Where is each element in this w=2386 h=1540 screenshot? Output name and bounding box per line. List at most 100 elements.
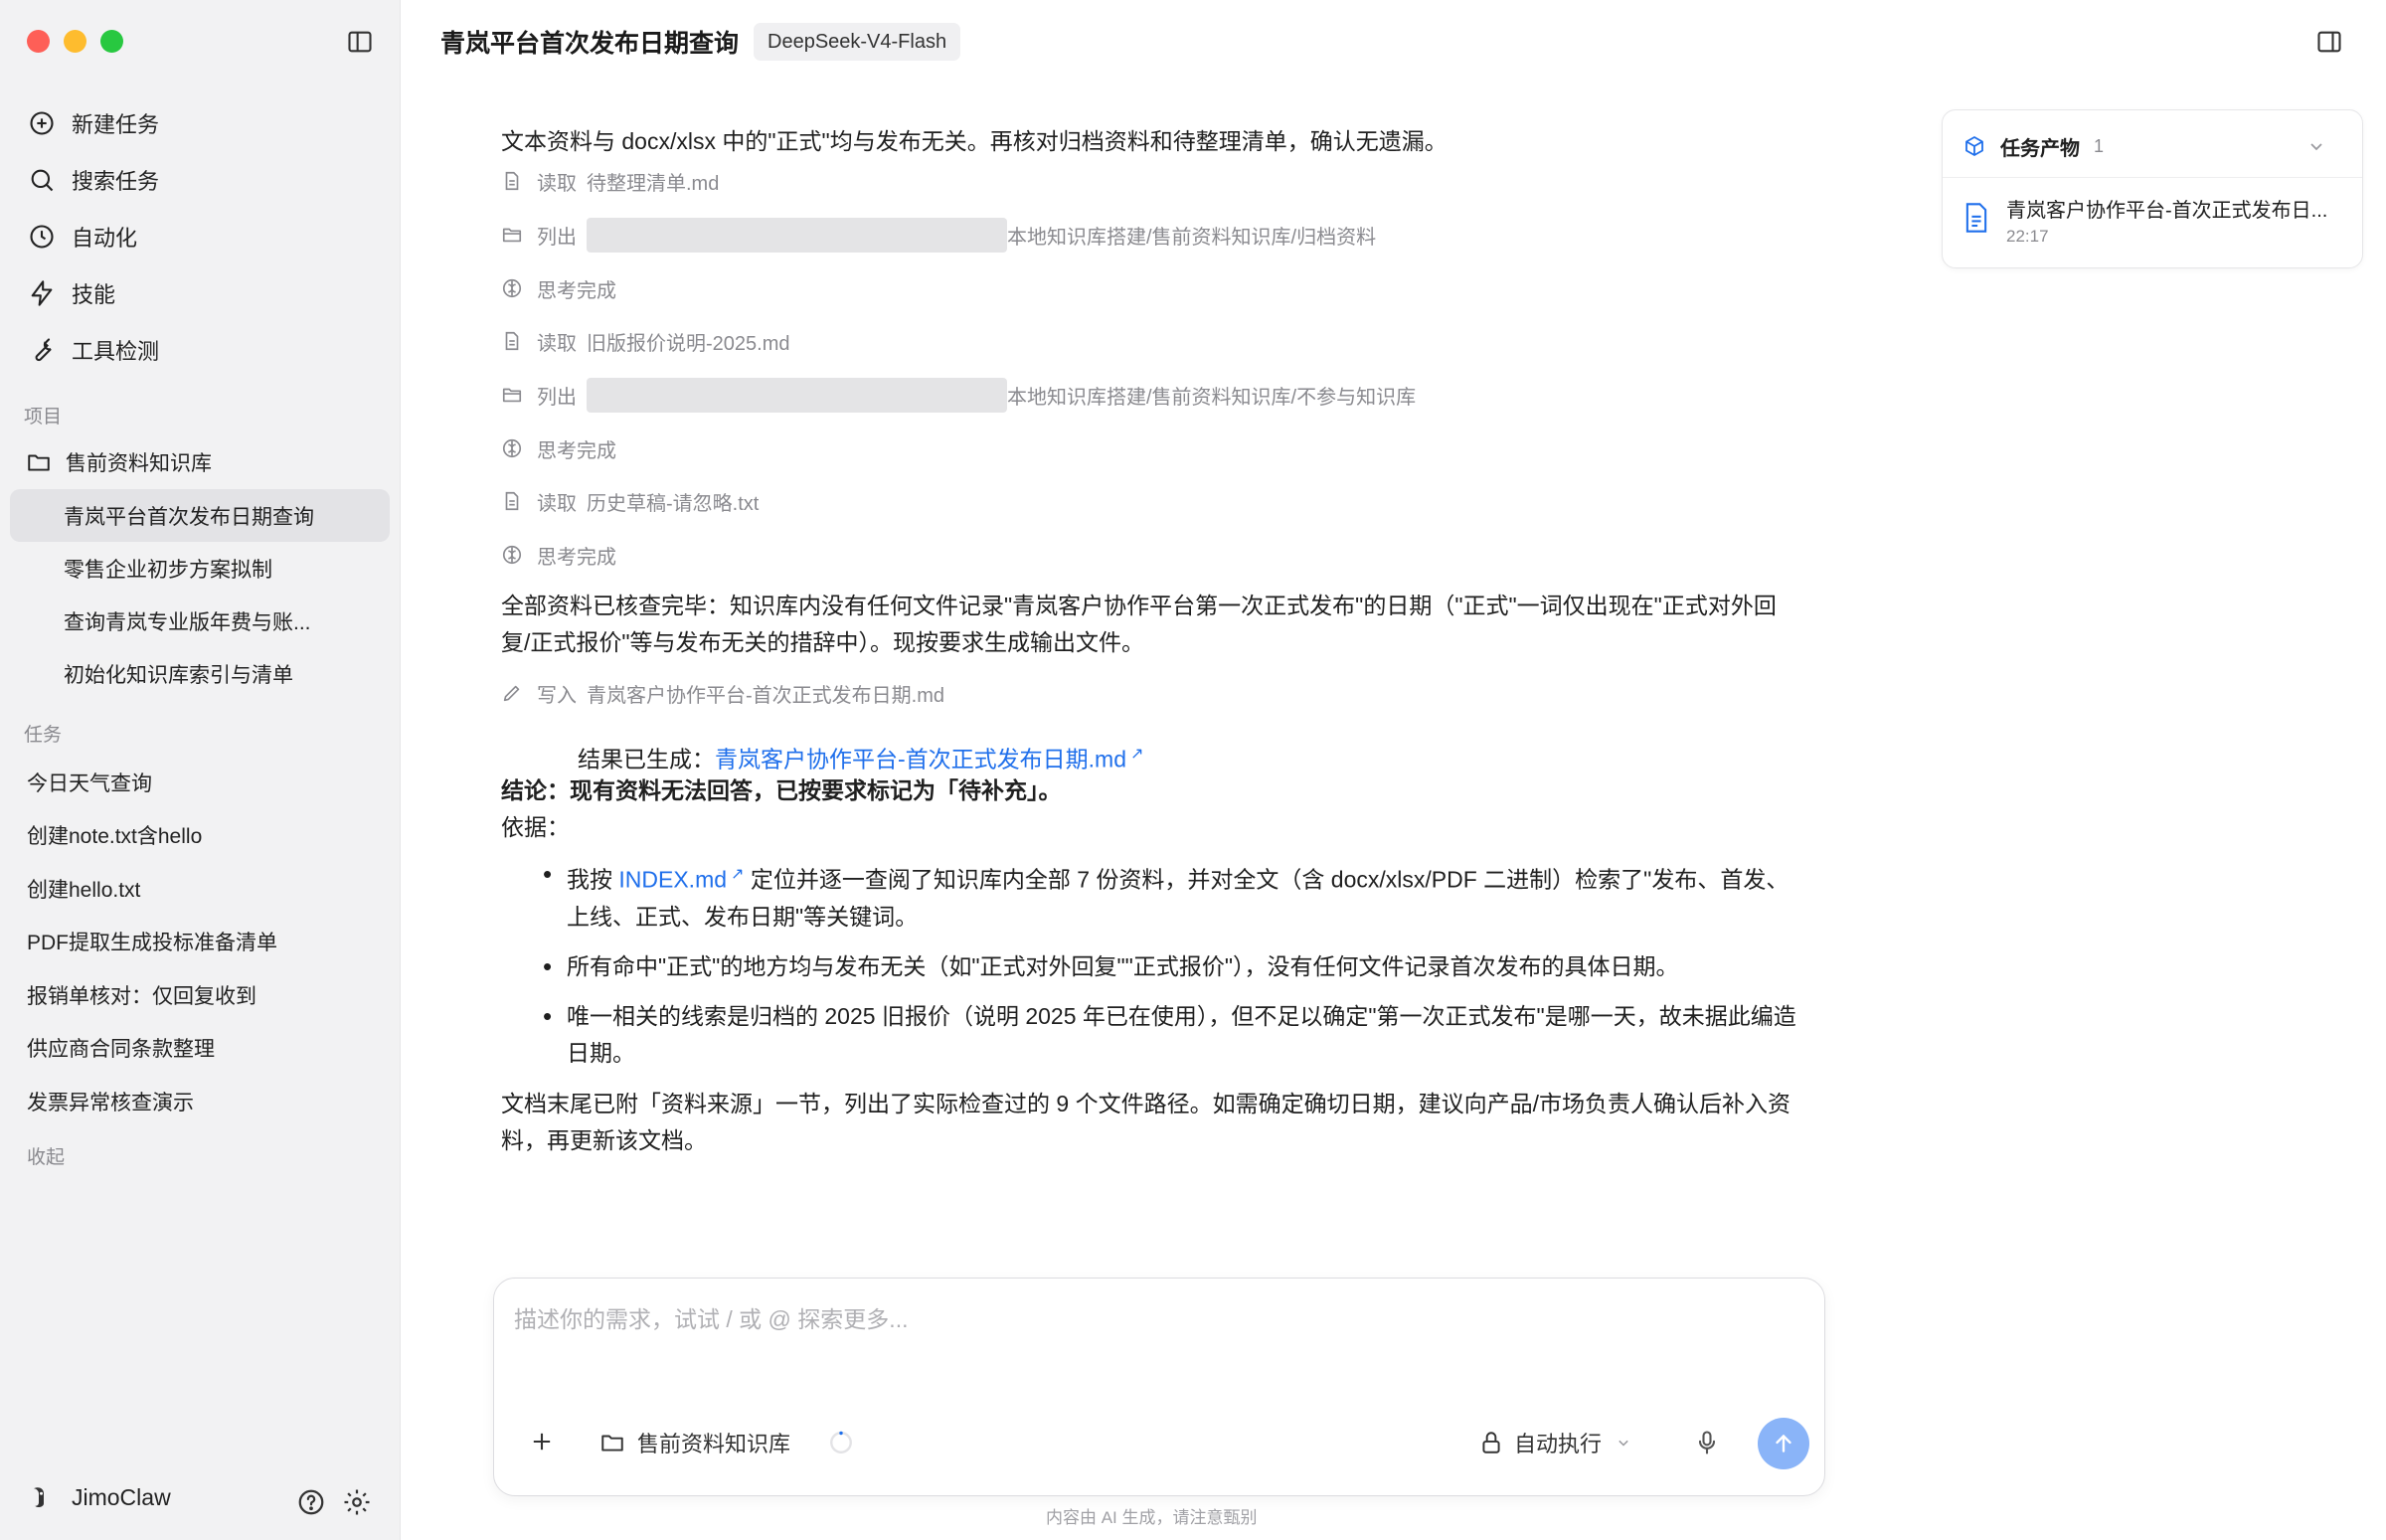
task-item[interactable]: 供应商合同条款整理 (10, 1022, 390, 1076)
project-folder[interactable]: 售前资料知识库 (10, 442, 390, 482)
tool-step[interactable]: 读取 旧版报价说明-2025.md (501, 326, 790, 356)
tool-step-verb: 思考完成 (537, 439, 616, 462)
add-attachment-button[interactable] (528, 1428, 556, 1455)
close-window-button[interactable] (27, 30, 50, 53)
send-button[interactable] (1758, 1418, 1809, 1469)
task-item[interactable]: 发票异常核查演示 (10, 1075, 390, 1128)
artifact-file[interactable]: 青岚客户协作平台-首次正式发布日... 22:17 (1962, 194, 2342, 247)
result-file-link[interactable]: 青岚客户协作平台-首次正式发布日期.md (715, 747, 1126, 772)
assistant-summary: 全部资料已核查完毕：知识库内没有任何文件记录"青岚客户协作平台第一次正式发布"的… (501, 593, 1777, 655)
maximize-window-button[interactable] (100, 30, 123, 53)
assistant-text: 文本资料与 docx/xlsx 中的"正式"均与发布无关。再核对归档资料和待整理… (501, 128, 1448, 154)
cube-icon (1965, 136, 1983, 156)
divider (1943, 177, 2362, 178)
tool-step-verb: 列出 (537, 226, 577, 249)
clock-icon (30, 224, 54, 249)
external-link-icon: ↗ (1130, 746, 1144, 763)
nav-search-tasks[interactable]: 搜索任务 (10, 151, 390, 208)
external-link-icon: ↗ (731, 866, 745, 883)
task-item[interactable]: 创建hello.txt (10, 862, 390, 916)
list-item: 唯一相关的线索是归档的 2025 旧报价（说明 2025 年已在使用），但不足以… (501, 998, 1803, 1072)
basis-label: 依据： (501, 814, 570, 840)
loading-spinner-icon (830, 1431, 852, 1454)
nav-tool-check[interactable]: 工具检测 (10, 321, 390, 378)
tool-step-verb: 读取 (537, 332, 577, 355)
tool-step-verb: 思考完成 (537, 546, 616, 569)
artifact-file-name: 青岚客户协作平台-首次正式发布日... (2006, 200, 2328, 222)
user-profile[interactable]: JimoClaw (24, 1482, 171, 1512)
arrow-up-icon (1776, 1435, 1791, 1453)
tool-step[interactable]: 读取 待整理清单.md (501, 166, 719, 196)
sidebar-nav: 新建任务 搜索任务 自动化 技能 工具检测 (10, 94, 390, 378)
artifacts-count: 1 (2094, 135, 2105, 156)
tool-step[interactable]: 思考完成 (501, 540, 626, 570)
tool-step[interactable]: 思考完成 (501, 273, 626, 303)
brain-icon (502, 438, 522, 458)
model-badge[interactable]: DeepSeek-V4-Flash (754, 23, 961, 61)
plus-circle-icon (30, 110, 54, 135)
ai-disclaimer: 内容由 AI 生成，请注意甄别 (1046, 1508, 1258, 1527)
gear-icon[interactable] (342, 1487, 372, 1517)
right-panel-toggle-icon[interactable] (2315, 28, 2343, 56)
tool-step[interactable]: 思考完成 (501, 433, 626, 463)
tool-step-write[interactable]: 写入 青岚客户协作平台-首次正式发布日期.md (501, 678, 944, 708)
collapse-button[interactable]: 收起 (27, 1142, 65, 1169)
project-item[interactable]: 查询青岚专业版年费与账... (10, 595, 390, 647)
knowledge-base-selector[interactable]: 售前资料知识库 (599, 1423, 790, 1462)
folder-icon (502, 388, 522, 403)
sidebar-toggle-icon[interactable] (346, 28, 374, 56)
sidebar-footer-icons (296, 1487, 372, 1517)
header: 青岚平台首次发布日期查询 DeepSeek-V4-Flash (402, 0, 2386, 86)
nav-label: 新建任务 (72, 111, 160, 137)
tool-step[interactable]: 列出 本地知识库搭建/售前资料知识库/不参与知识库 (501, 377, 1416, 413)
nav-label: 技能 (72, 281, 116, 307)
nav-label: 工具检测 (72, 338, 160, 364)
result-label: 结果已生成： (578, 746, 715, 772)
task-item[interactable]: 今日天气查询 (10, 756, 390, 809)
nav-skills[interactable]: 技能 (10, 264, 390, 321)
knowledge-base-label: 售前资料知识库 (637, 1432, 791, 1456)
task-item[interactable]: PDF提取生成投标准备清单 (10, 916, 390, 969)
tool-step-target: 旧版报价说明-2025.md (587, 332, 790, 355)
index-file-link[interactable]: INDEX.md (618, 867, 727, 893)
lightning-icon (31, 279, 53, 306)
folder-icon (601, 1435, 623, 1452)
window-controls (27, 30, 123, 53)
execution-mode-label: 自动执行 (1514, 1432, 1603, 1456)
tool-step-target: 历史草稿-请忽略.txt (587, 492, 760, 515)
pencil-icon (503, 685, 520, 702)
tool-step-target: 本地知识库搭建/售前资料知识库/归档资料 (1007, 226, 1377, 249)
microphone-icon[interactable] (1693, 1429, 1721, 1456)
tool-step-verb: 列出 (537, 386, 577, 409)
project-task-list: 青岚平台首次发布日期查询 零售企业初步方案拟制 查询青岚专业版年费与账... 初… (10, 489, 390, 700)
nav-automation[interactable]: 自动化 (10, 208, 390, 264)
project-item[interactable]: 零售企业初步方案拟制 (10, 542, 390, 595)
task-item[interactable]: 创建note.txt含hello (10, 809, 390, 863)
tool-step[interactable]: 读取 历史草稿-请忽略.txt (501, 486, 759, 516)
composer: 售前资料知识库 自动执行 (493, 1278, 1825, 1496)
folder-icon (502, 228, 522, 243)
nav-new-task[interactable]: 新建任务 (10, 94, 390, 151)
project-item[interactable]: 青岚平台首次发布日期查询 (10, 489, 390, 542)
project-item[interactable]: 初始化知识库索引与清单 (10, 647, 390, 700)
tool-step[interactable]: 列出 本地知识库搭建/售前资料知识库/归档资料 (501, 217, 1377, 253)
chevron-down-icon[interactable] (2304, 134, 2328, 158)
execution-mode-selector[interactable]: 自动执行 (1478, 1423, 1633, 1462)
file-icon (505, 331, 519, 351)
list-item: 所有命中"正式"的地方均与发布无关（如"正式对外回复""正式报价"），没有任何文… (501, 948, 1803, 985)
folder-icon (28, 454, 50, 471)
search-icon (31, 169, 54, 191)
artifacts-header[interactable]: 任务产物 1 (1962, 126, 2342, 166)
redacted-path (587, 377, 1007, 413)
help-icon[interactable] (296, 1487, 326, 1517)
conclusion: 结论：现有资料无法回答，已按要求标记为「待补充」。 (501, 777, 1062, 803)
chevron-down-icon (1619, 1440, 1628, 1447)
tool-step-verb: 写入 (537, 684, 577, 707)
lock-icon (1482, 1432, 1500, 1454)
brain-icon (502, 278, 522, 298)
avatar (26, 1484, 52, 1510)
task-item[interactable]: 报销单核对：仅回复收到 (10, 968, 390, 1022)
minimize-window-button[interactable] (64, 30, 86, 53)
message-input[interactable] (514, 1306, 1787, 1333)
sidebar: 新建任务 搜索任务 自动化 技能 工具检测 项目 售前资料知识库 青岚平台首次发… (0, 0, 401, 1540)
